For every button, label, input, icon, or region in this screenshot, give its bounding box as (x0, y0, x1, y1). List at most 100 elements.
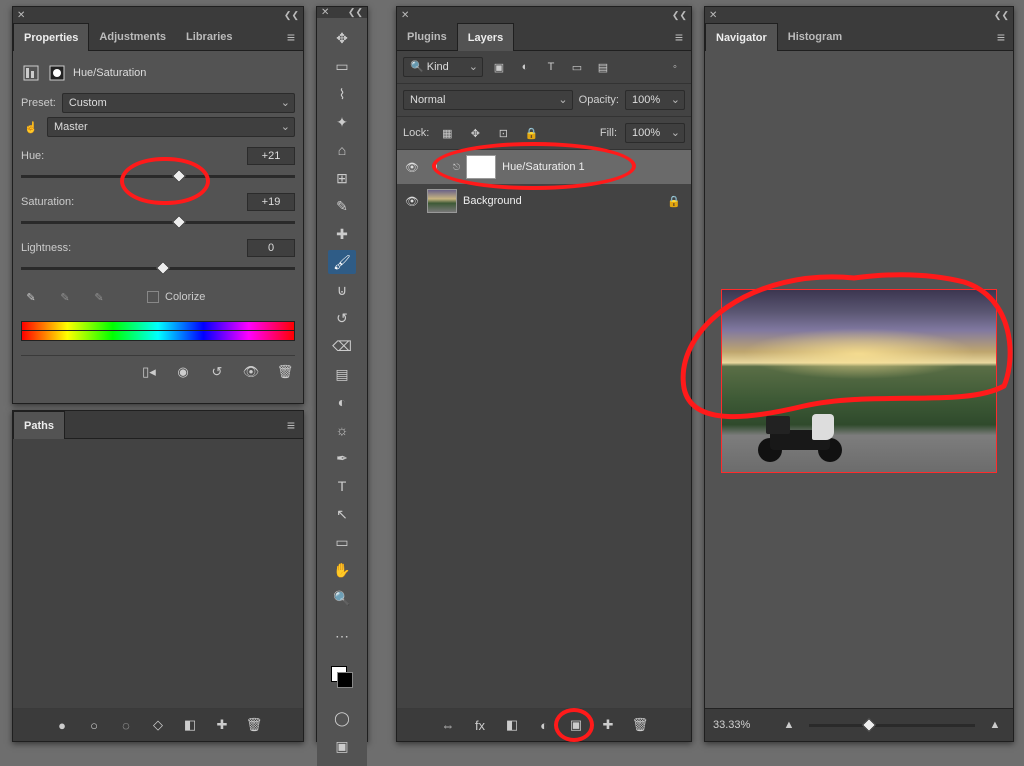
preset-dropdown[interactable]: Custom (62, 93, 295, 113)
delete-adjustment-icon[interactable]: 🗑 (275, 362, 295, 382)
eraser-tool[interactable]: ⌫ (328, 334, 356, 358)
filter-toggle-icon[interactable]: ◦ (665, 57, 685, 77)
lock-all-icon[interactable]: 🔒 (521, 123, 541, 143)
reset-icon[interactable]: ↺ (207, 362, 227, 382)
screen-mode[interactable]: ▣ (328, 734, 356, 758)
toggle-visibility-icon[interactable]: 👁 (241, 362, 261, 382)
group-icon[interactable]: ▣ (566, 715, 586, 735)
new-layer-icon[interactable]: ✚ (598, 715, 618, 735)
close-icon[interactable]: ✕ (17, 10, 25, 21)
collapse-icon[interactable]: ❮❮ (348, 7, 363, 18)
collapse-icon[interactable]: ❮❮ (284, 10, 299, 21)
mask-link-icon[interactable]: ⎋ (453, 162, 460, 173)
tab-paths[interactable]: Paths (13, 411, 65, 439)
zoom-value[interactable]: 33.33% (713, 719, 769, 731)
panel-menu-icon[interactable]: ≡ (279, 29, 303, 45)
dodge-tool[interactable]: ☼ (328, 418, 356, 442)
make-work-path-icon[interactable]: ◇ (148, 715, 168, 735)
load-selection-icon[interactable]: ◌ (116, 715, 136, 735)
object-selection-tool[interactable]: ✦ (328, 110, 356, 134)
filter-type-icon[interactable]: T (541, 57, 561, 77)
delete-layer-icon[interactable]: 🗑 (630, 715, 650, 735)
lock-artboard-icon[interactable]: ⊡ (493, 123, 513, 143)
layer-name[interactable]: Hue/Saturation 1 (502, 161, 585, 173)
link-layers-icon[interactable]: ⇔ (438, 715, 458, 735)
layer-thumb[interactable] (427, 189, 457, 213)
layer-row[interactable]: 👁◐⎋Hue/Saturation 1 (397, 150, 691, 184)
eyedropper-subtract-icon[interactable]: ✎ (89, 287, 109, 307)
stroke-path-icon[interactable]: ○ (84, 715, 104, 735)
hand-tool[interactable]: ✋ (328, 558, 356, 582)
tab-navigator[interactable]: Navigator (705, 23, 778, 51)
colorize-checkbox[interactable]: Colorize (147, 291, 205, 303)
layer-filter-dropdown[interactable]: 🔍 Kind (403, 57, 483, 77)
history-brush-tool[interactable]: ↺ (328, 306, 356, 330)
tab-adjustments[interactable]: Adjustments (89, 23, 176, 51)
zoom-out-icon[interactable]: ▲ (779, 715, 799, 735)
filter-adjustment-icon[interactable]: ◐ (515, 57, 535, 77)
tab-layers[interactable]: Layers (457, 23, 514, 51)
quick-mask-mode[interactable]: ◯ (328, 706, 356, 730)
fill-path-icon[interactable]: ● (52, 715, 72, 735)
tab-properties[interactable]: Properties (13, 23, 89, 51)
visibility-icon[interactable]: 👁 (403, 161, 421, 174)
opacity-dropdown[interactable]: 100% (625, 90, 685, 110)
blend-mode-dropdown[interactable]: Normal (403, 90, 573, 110)
blur-tool[interactable]: ◐ (328, 390, 356, 414)
layer-row[interactable]: 👁Background🔒 (397, 184, 691, 218)
tab-plugins[interactable]: Plugins (397, 23, 457, 51)
delete-path-icon[interactable]: 🗑 (244, 715, 264, 735)
targeted-adjustment-icon[interactable]: ☝ (21, 117, 41, 137)
channel-dropdown[interactable]: Master (47, 117, 295, 137)
adjustment-layer-icon[interactable]: ◐ (534, 715, 554, 735)
eyedropper-icon[interactable]: ✎ (21, 287, 41, 307)
brush-tool[interactable]: 🖌 (328, 250, 356, 274)
zoom-slider[interactable] (809, 718, 975, 732)
crop-tool[interactable]: ⌂ (328, 138, 356, 162)
edit-toolbar[interactable]: ⋯ (328, 624, 356, 648)
filter-image-icon[interactable]: ▣ (489, 57, 509, 77)
hue-input[interactable] (247, 147, 295, 165)
pen-tool[interactable]: ✒ (328, 446, 356, 470)
new-path-icon[interactable]: ✚ (212, 715, 232, 735)
lasso-tool[interactable]: ⌇ (328, 82, 356, 106)
view-previous-icon[interactable]: ◉ (173, 362, 193, 382)
rectangle-tool[interactable]: ▭ (328, 530, 356, 554)
panel-menu-icon[interactable]: ≡ (279, 417, 303, 433)
tab-histogram[interactable]: Histogram (778, 23, 852, 51)
rectangular-marquee-tool[interactable]: ▭ (328, 54, 356, 78)
filter-shape-icon[interactable]: ▭ (567, 57, 587, 77)
clone-stamp-tool[interactable]: ⊍ (328, 278, 356, 302)
tab-libraries[interactable]: Libraries (176, 23, 242, 51)
layer-mask-thumb[interactable] (466, 155, 496, 179)
foreground-background-colors[interactable] (328, 662, 356, 692)
add-mask-icon[interactable]: ◧ (502, 715, 522, 735)
collapse-icon[interactable]: ❮❮ (672, 10, 687, 21)
move-tool[interactable]: ✥ (328, 26, 356, 50)
path-selection-tool[interactable]: ↖ (328, 502, 356, 526)
clip-to-layer-icon[interactable]: ▯◂ (139, 362, 159, 382)
spot-healing-brush-tool[interactable]: ✚ (328, 222, 356, 246)
add-mask-icon[interactable]: ◧ (180, 715, 200, 735)
saturation-slider[interactable] (21, 215, 295, 229)
zoom-tool[interactable]: 🔍 (328, 586, 356, 610)
lightness-slider[interactable] (21, 261, 295, 275)
lock-pixels-icon[interactable]: ▦ (437, 123, 457, 143)
filter-smart-icon[interactable]: ▤ (593, 57, 613, 77)
type-tool[interactable]: T (328, 474, 356, 498)
close-icon[interactable]: ✕ (321, 7, 329, 18)
gradient-tool[interactable]: ▤ (328, 362, 356, 386)
navigator-preview[interactable] (721, 289, 997, 473)
eyedropper-tool[interactable]: ✎ (328, 194, 356, 218)
frame-tool[interactable]: ⊞ (328, 166, 356, 190)
close-icon[interactable]: ✕ (401, 10, 409, 21)
fill-dropdown[interactable]: 100% (625, 123, 685, 143)
close-icon[interactable]: ✕ (709, 10, 717, 21)
layer-style-icon[interactable]: fx (470, 715, 490, 735)
lock-position-icon[interactable]: ✥ (465, 123, 485, 143)
zoom-in-icon[interactable]: ▲ (985, 715, 1005, 735)
eyedropper-add-icon[interactable]: ✎ (55, 287, 75, 307)
visibility-icon[interactable]: 👁 (403, 195, 421, 208)
panel-menu-icon[interactable]: ≡ (989, 29, 1013, 45)
saturation-input[interactable] (247, 193, 295, 211)
